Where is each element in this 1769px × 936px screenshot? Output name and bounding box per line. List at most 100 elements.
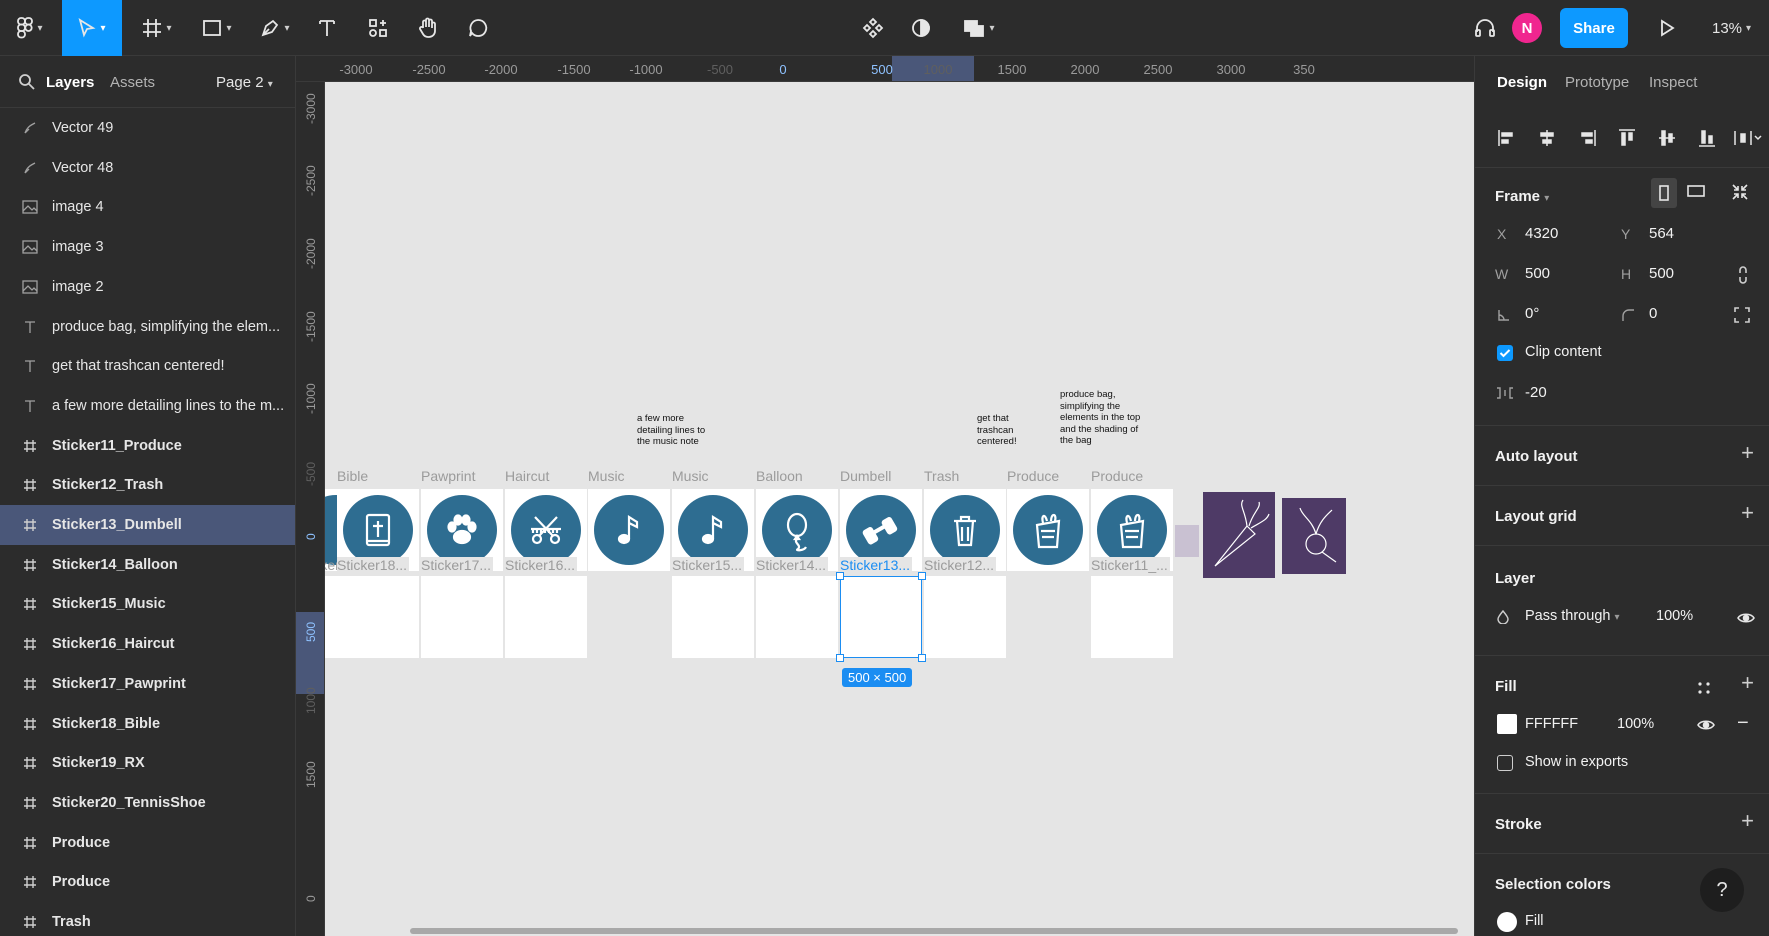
boolean-button[interactable]: ▾ xyxy=(956,0,1002,56)
add-fill-icon[interactable]: + xyxy=(1741,670,1754,696)
height-input[interactable]: 500 xyxy=(1649,265,1674,282)
layer-row[interactable]: Produce xyxy=(0,862,295,902)
layer-row[interactable]: Produce xyxy=(0,823,295,863)
beet-illustration-image[interactable] xyxy=(1282,498,1346,574)
fill-opacity-input[interactable]: 100% xyxy=(1617,716,1654,732)
resize-handle[interactable] xyxy=(918,572,926,580)
align-left-button[interactable] xyxy=(1495,126,1519,150)
tab-inspect[interactable]: Inspect xyxy=(1649,74,1697,91)
layer-row[interactable]: Sticker15_Music xyxy=(0,584,295,624)
comment-tool-button[interactable] xyxy=(462,0,494,56)
layer-row[interactable]: Sticker16_Haircut xyxy=(0,624,295,664)
mask-button[interactable] xyxy=(906,0,936,56)
empty-frame[interactable] xyxy=(1091,576,1173,658)
search-icon[interactable] xyxy=(18,73,36,91)
sticker-frame[interactable] xyxy=(1007,489,1089,571)
selection-outline[interactable] xyxy=(840,576,922,658)
corner-radius-input[interactable]: 0 xyxy=(1649,305,1657,322)
design-canvas[interactable]: Sticker19...BibleSticker18...PawprintSti… xyxy=(325,82,1474,936)
tab-assets[interactable]: Assets xyxy=(110,74,155,91)
align-bottom-button[interactable] xyxy=(1695,126,1719,150)
eye-icon[interactable] xyxy=(1697,719,1715,731)
landscape-icon[interactable] xyxy=(1687,185,1705,197)
tab-prototype[interactable]: Prototype xyxy=(1565,74,1629,91)
portrait-orientation-button[interactable] xyxy=(1651,178,1677,208)
present-button[interactable] xyxy=(1652,0,1682,56)
y-input[interactable]: 564 xyxy=(1649,225,1674,242)
empty-frame[interactable] xyxy=(924,576,1006,658)
distribute-button[interactable] xyxy=(1731,126,1765,150)
layer-row[interactable]: image 4 xyxy=(0,187,295,227)
help-button[interactable]: ? xyxy=(1700,868,1744,912)
layer-row[interactable]: Vector 48 xyxy=(0,148,295,188)
layer-row[interactable]: Sticker12_Trash xyxy=(0,465,295,505)
selection-color-swatch[interactable] xyxy=(1497,912,1517,932)
layer-row[interactable]: produce bag, simplifying the elem... xyxy=(0,307,295,347)
user-avatar[interactable]: N xyxy=(1512,13,1542,43)
layer-row[interactable]: get that trashcan centered! xyxy=(0,346,295,386)
pen-tool-button[interactable]: ▾ xyxy=(252,0,298,56)
clip-content-checkbox[interactable] xyxy=(1497,345,1513,361)
horizontal-scrollbar[interactable] xyxy=(410,928,1458,934)
layer-row[interactable]: Sticker11_Produce xyxy=(0,426,295,466)
show-in-exports-checkbox[interactable] xyxy=(1497,755,1513,771)
resize-handle[interactable] xyxy=(918,654,926,662)
tab-design[interactable]: Design xyxy=(1497,74,1547,91)
rotation-input[interactable]: 0° xyxy=(1525,305,1539,322)
add-auto-layout-icon[interactable]: + xyxy=(1741,440,1754,466)
hand-tool-button[interactable] xyxy=(412,0,444,56)
carrot-illustration-image[interactable] xyxy=(1203,492,1275,578)
width-input[interactable]: 500 xyxy=(1525,265,1550,282)
x-input[interactable]: 4320 xyxy=(1525,225,1558,242)
frame-section-title[interactable]: Frame ▾ xyxy=(1495,188,1549,205)
add-stroke-icon[interactable]: + xyxy=(1741,808,1754,834)
add-layout-grid-icon[interactable]: + xyxy=(1741,500,1754,526)
move-tool-button[interactable]: ▾ xyxy=(62,0,122,56)
text-tool-button[interactable] xyxy=(312,0,342,56)
layer-row[interactable]: Sticker19_RX xyxy=(0,743,295,783)
layer-row[interactable]: Sticker17_Pawprint xyxy=(0,664,295,704)
page-selector[interactable]: Page 2 ▾ xyxy=(216,74,273,91)
constrain-proportions-icon[interactable] xyxy=(1737,265,1749,285)
frame-tool-button[interactable]: ▾ xyxy=(134,0,180,56)
style-grid-icon[interactable] xyxy=(1697,681,1711,695)
eye-icon[interactable] xyxy=(1737,612,1755,624)
layer-row[interactable]: a few more detailing lines to the m... xyxy=(0,386,295,426)
component-button[interactable] xyxy=(858,0,888,56)
resize-handle[interactable] xyxy=(836,654,844,662)
fill-hex-input[interactable]: FFFFFF xyxy=(1525,716,1578,732)
empty-frame[interactable] xyxy=(421,576,503,658)
layer-row[interactable]: Sticker14_Balloon xyxy=(0,545,295,585)
shape-tool-button[interactable]: ▾ xyxy=(194,0,240,56)
layer-row[interactable]: Trash xyxy=(0,902,295,936)
layer-row[interactable]: image 3 xyxy=(0,227,295,267)
figma-menu-button[interactable]: ▾ xyxy=(8,0,52,56)
layer-row[interactable]: Sticker18_Bible xyxy=(0,704,295,744)
resources-button[interactable] xyxy=(362,0,394,56)
layer-opacity-input[interactable]: 100% xyxy=(1656,608,1693,624)
empty-frame[interactable] xyxy=(337,576,419,658)
align-right-button[interactable] xyxy=(1575,126,1599,150)
empty-frame[interactable] xyxy=(672,576,754,658)
sticker-frame[interactable] xyxy=(588,489,670,571)
align-top-button[interactable] xyxy=(1615,126,1639,150)
layer-row[interactable]: Sticker13_Dumbell xyxy=(0,505,295,545)
spacing-input[interactable]: -20 xyxy=(1525,384,1547,401)
resize-to-fit-icon[interactable] xyxy=(1731,183,1749,201)
empty-frame[interactable] xyxy=(505,576,587,658)
layer-row[interactable]: Vector 49 xyxy=(0,108,295,148)
blend-mode-dropdown[interactable]: Pass through ▾ xyxy=(1525,608,1620,624)
independent-corners-icon[interactable] xyxy=(1733,306,1751,324)
empty-frame[interactable] xyxy=(756,576,838,658)
resize-handle[interactable] xyxy=(836,572,844,580)
audio-button[interactable] xyxy=(1470,0,1500,56)
layer-row[interactable]: image 2 xyxy=(0,267,295,307)
pepper-vector-thumbnail[interactable] xyxy=(1175,525,1199,557)
share-button[interactable]: Share xyxy=(1560,8,1628,48)
zoom-dropdown[interactable]: 13% ▾ xyxy=(1712,0,1751,56)
align-vertical-center-button[interactable] xyxy=(1655,126,1679,150)
fill-color-swatch[interactable] xyxy=(1497,714,1517,734)
align-horizontal-center-button[interactable] xyxy=(1535,126,1559,150)
remove-fill-icon[interactable]: − xyxy=(1737,712,1749,735)
tab-layers[interactable]: Layers xyxy=(46,74,94,91)
